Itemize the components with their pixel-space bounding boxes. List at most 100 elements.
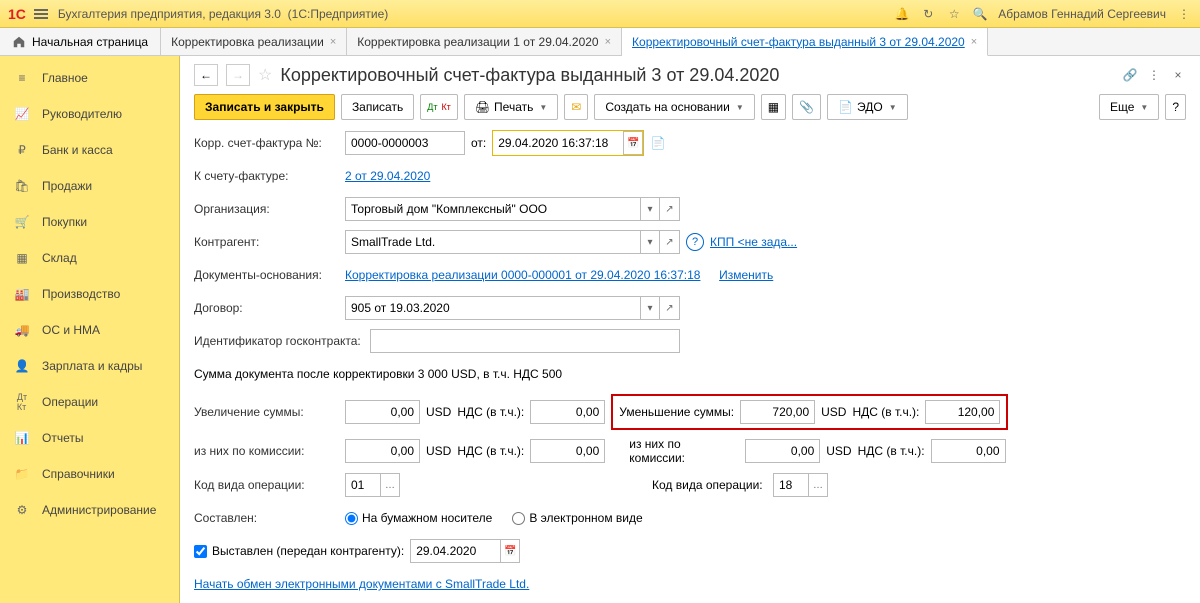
kpp-link[interactable]: КПП <не зада...	[710, 235, 797, 249]
attach-button[interactable]: 📎	[792, 94, 821, 120]
sidebar-item-production[interactable]: 🏭Производство	[0, 276, 179, 312]
date-field[interactable]: 📅	[492, 130, 644, 156]
edo-icon: 📄	[838, 100, 853, 114]
print-button[interactable]: 🖨Печать▼	[464, 94, 558, 120]
select-icon[interactable]: …	[808, 473, 828, 497]
to-invoice-link[interactable]: 2 от 29.04.2020	[345, 169, 430, 183]
opcode2-input[interactable]	[773, 473, 808, 497]
content: ← → ☆ Корректировочный счет-фактура выда…	[180, 56, 1200, 603]
tab-0[interactable]: Корректировка реализации×	[161, 28, 347, 55]
dtkt-button[interactable]: ДтКт	[420, 94, 458, 120]
chart-icon: 📈	[14, 106, 30, 122]
history-icon[interactable]: ↻	[920, 6, 936, 22]
dropdown-icon[interactable]: ▾	[640, 296, 660, 320]
counterparty-input[interactable]	[345, 230, 640, 254]
close-icon[interactable]: ×	[971, 36, 977, 48]
folder-icon: 📁	[14, 466, 30, 482]
opcode1-input[interactable]	[345, 473, 380, 497]
hamburger-icon[interactable]	[34, 9, 48, 19]
star-icon[interactable]: ☆	[946, 6, 962, 22]
sidebar-item-warehouse[interactable]: ▦Склад	[0, 240, 179, 276]
dropdown-icon[interactable]: ▾	[640, 230, 660, 254]
menu-icon: ≡	[14, 70, 30, 86]
sidebar-item-bank[interactable]: ₽Банк и касса	[0, 132, 179, 168]
gov-id-input[interactable]	[370, 329, 680, 353]
contract-label: Договор:	[194, 301, 339, 315]
dtkt-icon: ДтКт	[14, 394, 30, 410]
org-input[interactable]	[345, 197, 640, 221]
save-close-button[interactable]: Записать и закрыть	[194, 94, 335, 120]
forward-button[interactable]: →	[226, 64, 250, 86]
menu-icon[interactable]: ⋮	[1176, 6, 1192, 22]
issued-checkbox[interactable]: Выставлен (передан контрагенту):	[194, 544, 404, 558]
select-icon[interactable]: …	[380, 473, 400, 497]
sidebar-item-manager[interactable]: 📈Руководителю	[0, 96, 179, 132]
gov-id-label: Идентификатор госконтракта:	[194, 334, 364, 348]
close-icon[interactable]: ×	[605, 36, 611, 48]
create-based-button[interactable]: Создать на основании▼	[594, 94, 754, 120]
home-icon	[12, 35, 26, 49]
contract-input[interactable]	[345, 296, 640, 320]
decrease-highlight: Уменьшение суммы: USD НДС (в т.ч.):	[611, 394, 1008, 430]
sidebar-item-main[interactable]: ≡Главное	[0, 60, 179, 96]
commission-inc-input[interactable]	[345, 439, 420, 463]
sidebar-item-assets[interactable]: 🚚ОС и НМА	[0, 312, 179, 348]
sidebar-item-purchases[interactable]: 🛒Покупки	[0, 204, 179, 240]
sidebar-item-catalogs[interactable]: 📁Справочники	[0, 456, 179, 492]
basis-label: Документы-основания:	[194, 268, 339, 282]
corr-num-label: Корр. счет-фактура №:	[194, 136, 339, 150]
increase-input[interactable]	[345, 400, 420, 424]
close-icon[interactable]: ×	[330, 36, 336, 48]
doc-icon[interactable]: 📄	[650, 135, 666, 151]
to-invoice-label: К счету-фактуре:	[194, 169, 339, 183]
commission-dec-input[interactable]	[745, 439, 820, 463]
user-name[interactable]: Абрамов Геннадий Сергеевич	[998, 7, 1166, 21]
open-icon[interactable]: ↗	[660, 197, 680, 221]
sidebar-item-hr[interactable]: 👤Зарплата и кадры	[0, 348, 179, 384]
sidebar-item-operations[interactable]: ДтКтОперации	[0, 384, 179, 420]
increase-vat-input[interactable]	[530, 400, 605, 424]
sidebar-item-admin[interactable]: ⚙Администрирование	[0, 492, 179, 528]
open-icon[interactable]: ↗	[660, 230, 680, 254]
link-icon[interactable]: 🔗	[1122, 67, 1138, 83]
more-button[interactable]: Еще▼	[1099, 94, 1159, 120]
decrease-input[interactable]	[740, 400, 815, 424]
issued-date-input[interactable]	[410, 539, 500, 563]
back-button[interactable]: ←	[194, 64, 218, 86]
favorite-icon[interactable]: ☆	[258, 65, 272, 85]
basis-link[interactable]: Корректировка реализации 0000-000001 от …	[345, 268, 700, 282]
opcode2-label: Код вида операции:	[652, 478, 767, 492]
calendar-icon[interactable]: 📅	[623, 131, 643, 155]
decrease-vat-input[interactable]	[925, 400, 1000, 424]
edo-link[interactable]: Начать обмен электронными документами с …	[194, 577, 529, 591]
calendar-icon[interactable]: 📅	[500, 539, 520, 563]
open-icon[interactable]: ↗	[660, 296, 680, 320]
home-tab[interactable]: Начальная страница	[0, 28, 161, 55]
titlebar: 1C Бухгалтерия предприятия, редакция 3.0…	[0, 0, 1200, 28]
more-icon[interactable]: ⋮	[1146, 67, 1162, 83]
save-button[interactable]: Записать	[341, 94, 414, 120]
bell-icon[interactable]: 🔔	[894, 6, 910, 22]
dropdown-icon[interactable]: ▾	[640, 197, 660, 221]
commission-dec-vat-input[interactable]	[931, 439, 1006, 463]
mail-button[interactable]: ✉	[564, 94, 588, 120]
warehouse-icon: ▦	[14, 250, 30, 266]
search-icon[interactable]: 🔍	[972, 6, 988, 22]
related-button[interactable]: ▦	[761, 94, 786, 120]
paperclip-icon: 📎	[799, 100, 814, 114]
factory-icon: 🏭	[14, 286, 30, 302]
help-button[interactable]: ?	[1165, 94, 1186, 120]
tab-1[interactable]: Корректировка реализации 1 от 29.04.2020…	[347, 28, 622, 55]
tab-2[interactable]: Корректировочный счет-фактура выданный 3…	[622, 28, 988, 56]
sidebar-item-sales[interactable]: 🛍Продажи	[0, 168, 179, 204]
sidebar: ≡Главное 📈Руководителю ₽Банк и касса 🛍Пр…	[0, 56, 180, 603]
change-link[interactable]: Изменить	[719, 268, 773, 282]
help-icon[interactable]: ?	[686, 233, 704, 251]
radio-paper[interactable]: На бумажном носителе	[345, 511, 492, 525]
commission-inc-vat-input[interactable]	[530, 439, 605, 463]
edo-button[interactable]: 📄ЭДО▼	[827, 94, 908, 120]
radio-electronic[interactable]: В электронном виде	[512, 511, 642, 525]
close-page-icon[interactable]: ×	[1170, 67, 1186, 83]
sidebar-item-reports[interactable]: 📊Отчеты	[0, 420, 179, 456]
corr-num-input[interactable]	[345, 131, 465, 155]
